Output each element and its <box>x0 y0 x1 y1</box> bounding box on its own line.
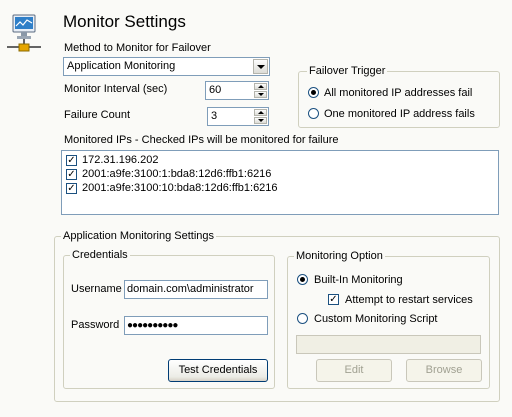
interval-down-button[interactable] <box>254 91 267 98</box>
arrow-up-icon <box>258 111 264 114</box>
page-title: Monitor Settings <box>63 12 186 31</box>
arrow-down-icon <box>258 93 264 96</box>
credentials-label: Credentials <box>70 249 130 262</box>
monitored-ips-list[interactable]: ✓ 172.31.196.202 ✓ 2001:a9fe:3100:1:bda8… <box>61 150 499 215</box>
ip-checkbox[interactable]: ✓ <box>66 155 77 166</box>
arrow-down-icon <box>258 119 264 122</box>
radio-custom-script[interactable] <box>297 313 308 324</box>
custom-script-label[interactable]: Custom Monitoring Script <box>314 313 438 326</box>
radio-builtin-monitoring[interactable] <box>297 274 308 285</box>
password-field[interactable]: ●●●●●●●●●● <box>124 316 268 335</box>
test-credentials-button[interactable]: Test Credentials <box>168 359 268 382</box>
username-field[interactable]: domain.com\administrator <box>124 280 268 299</box>
edit-button: Edit <box>316 359 392 382</box>
method-value: Application Monitoring <box>67 60 176 72</box>
interval-label: Monitor Interval (sec) <box>64 83 168 95</box>
dropdown-arrow-button[interactable] <box>253 59 268 74</box>
app-monitoring-label: Application Monitoring Settings <box>61 230 217 243</box>
restart-services-checkbox[interactable]: ✓ <box>328 294 339 305</box>
radio-all-fail[interactable] <box>308 87 319 98</box>
network-monitor-icon <box>6 14 42 54</box>
ip-checkbox[interactable]: ✓ <box>66 183 77 194</box>
failure-count-stepper[interactable]: 3 <box>207 107 269 126</box>
method-label: Method to Monitor for Failover <box>64 42 211 54</box>
option-one-fails-label[interactable]: One monitored IP address fails <box>324 108 475 121</box>
radio-one-fails[interactable] <box>308 108 319 119</box>
interval-up-button[interactable] <box>254 83 267 90</box>
script-path-field <box>296 335 481 354</box>
browse-button: Browse <box>406 359 482 382</box>
ip-address: 172.31.196.202 <box>82 154 159 166</box>
restart-services-label[interactable]: Attempt to restart services <box>345 294 473 307</box>
failure-up-button[interactable] <box>254 109 267 116</box>
chevron-down-icon <box>257 65 265 69</box>
failover-trigger-label: Failover Trigger <box>307 65 388 78</box>
ip-address: 2001:a9fe:3100:1:bda8:12d6:ffb1:6216 <box>82 168 272 180</box>
username-label: Username <box>71 283 122 295</box>
builtin-monitoring-label[interactable]: Built-In Monitoring <box>314 274 403 287</box>
password-value: ●●●●●●●●●● <box>127 320 178 331</box>
monitoring-option-label: Monitoring Option <box>294 250 385 263</box>
ip-address: 2001:a9fe:3100:10:bda8:12d6:ffb1:6216 <box>82 182 278 194</box>
monitored-ips-label: Monitored IPs - Checked IPs will be moni… <box>64 134 339 146</box>
interval-value: 60 <box>209 84 222 96</box>
failure-count-label: Failure Count <box>64 109 131 121</box>
failure-count-value: 3 <box>211 110 218 122</box>
interval-stepper[interactable]: 60 <box>205 81 269 100</box>
ip-checkbox[interactable]: ✓ <box>66 169 77 180</box>
method-dropdown[interactable]: Application Monitoring <box>63 57 270 76</box>
option-all-fail-label[interactable]: All monitored IP addresses fail <box>324 87 472 100</box>
username-value: domain.com\administrator <box>127 283 254 295</box>
failure-down-button[interactable] <box>254 117 267 124</box>
password-label: Password <box>71 319 120 331</box>
arrow-up-icon <box>258 85 264 88</box>
